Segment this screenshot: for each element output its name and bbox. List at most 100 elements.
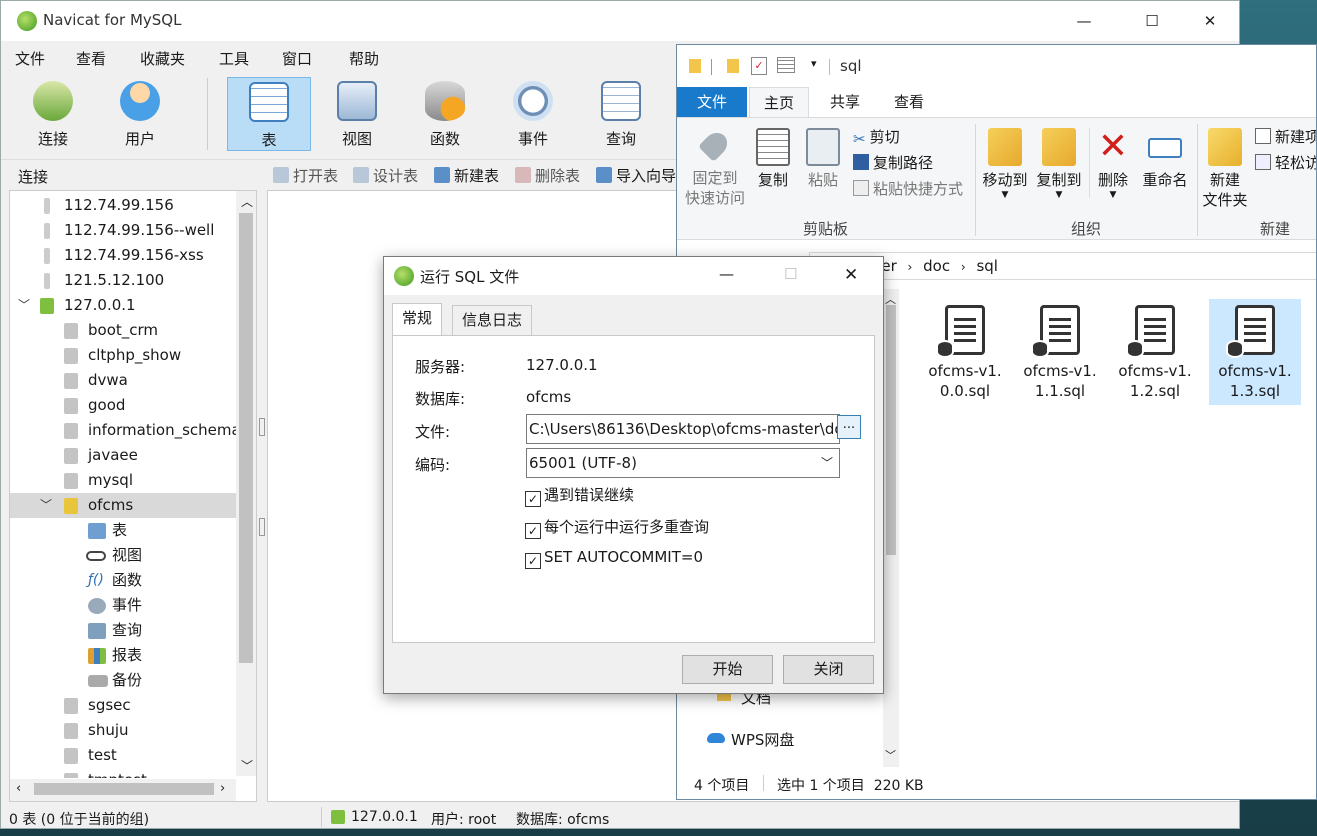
tab-general[interactable]: 常规 xyxy=(392,303,443,336)
close-dialog-button[interactable]: 关闭 xyxy=(783,655,874,684)
file-path-input[interactable]: C:\Users\86136\Desktop\ofcms-master\doc xyxy=(526,414,840,444)
autocommit-checkbox[interactable]: ✓ SET AUTOCOMMIT=0 xyxy=(525,548,703,569)
import-wizard-button[interactable]: 导入向导 xyxy=(596,165,676,186)
tree-db-mysql[interactable]: mysql xyxy=(10,468,236,493)
toolbar-event[interactable]: 事件 xyxy=(491,77,575,151)
chevron-right-icon[interactable]: › xyxy=(961,260,966,274)
tree-item-functions[interactable]: ƒ() 函数 xyxy=(10,568,236,593)
menu-help[interactable]: 帮助 xyxy=(349,48,379,69)
tree-connection-5[interactable]: ﹀ 127.0.0.1 xyxy=(10,293,236,318)
encoding-select[interactable]: 65001 (UTF-8) ﹀ xyxy=(526,448,840,478)
tree-db-tmptest[interactable]: tmptest xyxy=(10,768,236,778)
tree-db-good[interactable]: good xyxy=(10,393,236,418)
tree-connection-3[interactable]: 112.74.99.156-xss xyxy=(10,243,236,268)
file-item[interactable]: ofcms-v1. 1.1.sql xyxy=(1014,299,1106,405)
close-button[interactable]: ✕ xyxy=(844,265,858,285)
browse-button[interactable]: ... xyxy=(837,415,861,439)
tab-file[interactable]: 文件 xyxy=(677,87,747,117)
menu-tools[interactable]: 工具 xyxy=(219,48,249,69)
design-table-button[interactable]: 设计表 xyxy=(353,165,418,186)
move-to-button[interactable]: 移动到 ▼ xyxy=(979,128,1031,200)
rename-button[interactable]: 重命名 xyxy=(1139,128,1191,190)
tree-connection-2[interactable]: 112.74.99.156--well xyxy=(10,218,236,243)
maximize-button[interactable]: ☐ xyxy=(1129,1,1175,41)
toolbar-function[interactable]: 函数 xyxy=(403,77,487,151)
tab-share[interactable]: 共享 xyxy=(815,87,875,117)
tree-db-dvwa[interactable]: dvwa xyxy=(10,368,236,393)
tree-item-views[interactable]: 视图 xyxy=(10,543,236,568)
tree-db-shuju[interactable]: shuju xyxy=(10,718,236,743)
copy-path-button[interactable]: 复制路径 xyxy=(853,152,933,173)
tab-message-log[interactable]: 信息日志 xyxy=(452,305,533,335)
scroll-right-icon[interactable]: › xyxy=(220,781,225,796)
toolbar-connection[interactable]: 连接 xyxy=(11,77,95,151)
multi-query-checkbox[interactable]: ✓ 每个运行中运行多重查询 xyxy=(525,516,709,539)
tree-item-backups[interactable]: 备份 xyxy=(10,668,236,693)
toolbar-query[interactable]: 查询 xyxy=(579,77,663,151)
new-table-button[interactable]: 新建表 xyxy=(434,165,499,186)
toolbar-table[interactable]: 表 xyxy=(227,77,311,151)
new-item-button[interactable]: 新建项 xyxy=(1255,126,1316,147)
toolbar-view[interactable]: 视图 xyxy=(315,77,399,151)
scroll-up-icon[interactable]: ︿ xyxy=(241,193,253,210)
file-item-selected[interactable]: ofcms-v1. 1.3.sql xyxy=(1209,299,1301,405)
tree-connection-1[interactable]: 112.74.99.156 xyxy=(10,193,236,218)
continue-on-error-checkbox[interactable]: ✓ 遇到错误继续 xyxy=(525,484,634,507)
delete-button[interactable]: ✕ 删除 ▼ xyxy=(1093,128,1133,201)
file-item[interactable]: ofcms-v1. 1.2.sql xyxy=(1109,299,1201,405)
tree-item-events[interactable]: 事件 xyxy=(10,593,236,618)
pin-quick-access-button[interactable]: 固定到 快速访问 xyxy=(683,128,747,208)
start-button[interactable]: 开始 xyxy=(682,655,773,684)
tree-db-boot-crm[interactable]: boot_crm xyxy=(10,318,236,343)
paste-shortcut-button[interactable]: 粘贴快捷方式 xyxy=(853,178,963,199)
qat-properties-icon[interactable]: ✓ xyxy=(751,57,767,75)
cut-button[interactable]: ✂ 剪切 xyxy=(853,126,900,148)
chevron-right-icon[interactable]: › xyxy=(908,260,913,274)
tree-db-cltphp-show[interactable]: cltphp_show xyxy=(10,343,236,368)
breadcrumb-item[interactable]: doc xyxy=(923,257,950,275)
qat-dropdown-icon[interactable]: ▾ xyxy=(811,57,817,70)
copy-to-button[interactable]: 复制到 ▼ xyxy=(1033,128,1085,200)
tree-db-ofcms[interactable]: ﹀ ofcms xyxy=(10,493,236,518)
menu-file[interactable]: 文件 xyxy=(15,48,45,69)
pane-splitter[interactable] xyxy=(257,190,267,802)
tree-item-queries[interactable]: 查询 xyxy=(10,618,236,643)
copy-button[interactable]: 复制 xyxy=(751,128,795,190)
menu-favorites[interactable]: 收藏夹 xyxy=(140,48,185,69)
nav-scroll-thumb[interactable] xyxy=(886,305,896,555)
tree-scroll-thumb[interactable] xyxy=(239,213,253,663)
tree-hscroll-thumb[interactable] xyxy=(34,783,214,795)
scroll-left-icon[interactable]: ‹ xyxy=(16,781,21,796)
tree-item-reports[interactable]: 报表 xyxy=(10,643,236,668)
qat-view-icon[interactable] xyxy=(777,57,795,73)
tree-db-information-schema[interactable]: information_schema xyxy=(10,418,241,443)
nav-item-wps[interactable]: WPS网盘 xyxy=(707,729,794,750)
tab-home[interactable]: 主页 xyxy=(749,87,809,117)
tree-db-javaee[interactable]: javaee xyxy=(10,443,236,468)
tree-db-sgsec[interactable]: sgsec xyxy=(10,693,236,718)
tree-item-tables[interactable]: 表 xyxy=(10,518,236,543)
breadcrumb-item[interactable]: sql xyxy=(976,257,998,275)
paste-button[interactable]: 粘贴 xyxy=(801,128,845,190)
chevron-down-icon[interactable]: ﹀ xyxy=(18,293,30,318)
easy-access-button[interactable]: 轻松访 xyxy=(1255,152,1316,173)
new-folder-button[interactable]: 新建 文件夹 xyxy=(1199,128,1251,210)
scroll-down-icon[interactable]: ﹀ xyxy=(241,757,253,774)
chevron-down-icon[interactable]: ﹀ xyxy=(40,493,52,518)
tree-db-test[interactable]: test xyxy=(10,743,236,768)
maximize-button[interactable]: ☐ xyxy=(784,265,797,283)
open-table-button[interactable]: 打开表 xyxy=(273,165,338,186)
address-bar[interactable]: ms-master › doc › sql xyxy=(809,252,1316,280)
menu-window[interactable]: 窗口 xyxy=(282,48,312,69)
qat-folder-icon[interactable] xyxy=(727,59,739,73)
minimize-button[interactable]: — xyxy=(1061,1,1107,41)
minimize-button[interactable]: — xyxy=(719,265,734,283)
scroll-down-icon[interactable]: ﹀ xyxy=(885,747,896,763)
close-button[interactable]: ✕ xyxy=(1187,1,1233,41)
tab-view[interactable]: 查看 xyxy=(879,87,939,117)
menu-view[interactable]: 查看 xyxy=(76,48,106,69)
delete-table-button[interactable]: 删除表 xyxy=(515,165,580,186)
tree-connection-4[interactable]: 121.5.12.100 xyxy=(10,268,236,293)
file-item[interactable]: ofcms-v1. 0.0.sql xyxy=(919,299,1011,405)
toolbar-user[interactable]: 用户 xyxy=(98,77,182,151)
